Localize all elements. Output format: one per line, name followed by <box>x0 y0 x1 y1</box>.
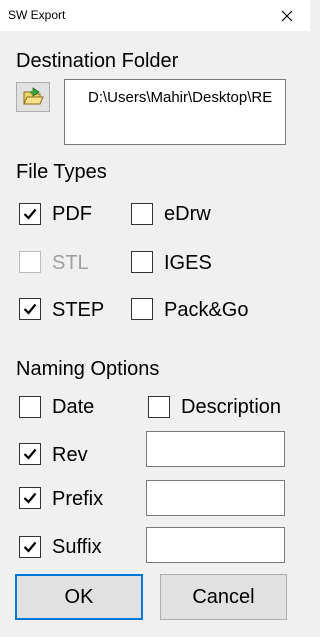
file-types-heading: File Types <box>16 161 107 183</box>
suffix-checkbox[interactable] <box>19 536 41 558</box>
stl-checkbox[interactable] <box>19 251 41 273</box>
date-label: Date <box>52 396 95 418</box>
cancel-button[interactable]: Cancel <box>160 574 287 620</box>
iges-checkbox[interactable] <box>131 251 153 273</box>
close-button[interactable] <box>264 0 310 31</box>
suffix-label: Suffix <box>52 536 102 558</box>
date-checkbox[interactable] <box>19 396 41 418</box>
check-icon <box>23 541 37 553</box>
prefix-checkbox[interactable] <box>19 487 41 509</box>
iges-label: IGES <box>164 252 212 274</box>
prefix-input[interactable] <box>146 480 285 516</box>
check-icon <box>23 492 37 504</box>
pdf-checkbox[interactable] <box>19 203 41 225</box>
folder-open-icon <box>23 87 44 105</box>
description-checkbox[interactable] <box>148 396 170 418</box>
packandgo-checkbox[interactable] <box>131 298 153 320</box>
close-icon <box>281 10 293 21</box>
packandgo-label: Pack&Go <box>164 299 249 321</box>
title-bar: SW Export <box>0 0 310 31</box>
edrw-label: eDrw <box>164 203 211 225</box>
rev-label: Rev <box>52 444 88 466</box>
destination-folder-heading: Destination Folder <box>16 50 179 72</box>
edrw-checkbox[interactable] <box>131 203 153 225</box>
step-label: STEP <box>52 299 105 321</box>
description-label: Description <box>181 396 282 418</box>
naming-options-heading: Naming Options <box>16 358 160 380</box>
window-title: SW Export <box>8 8 66 22</box>
stl-label: STL <box>52 252 89 274</box>
suffix-input[interactable] <box>146 527 285 563</box>
prefix-label: Prefix <box>52 488 104 510</box>
step-checkbox[interactable] <box>19 298 41 320</box>
pdf-label: PDF <box>52 203 92 225</box>
check-icon <box>23 303 37 315</box>
destination-path-value: D:\Users\Mahir\Desktop\RE <box>88 89 273 106</box>
browse-folder-button[interactable] <box>16 82 50 112</box>
destination-path-field[interactable]: D:\Users\Mahir\Desktop\RE <box>64 79 286 145</box>
check-icon <box>23 208 37 220</box>
check-icon <box>23 448 37 460</box>
ok-button[interactable]: OK <box>15 574 143 620</box>
rev-input[interactable] <box>146 431 285 467</box>
rev-checkbox[interactable] <box>19 443 41 465</box>
